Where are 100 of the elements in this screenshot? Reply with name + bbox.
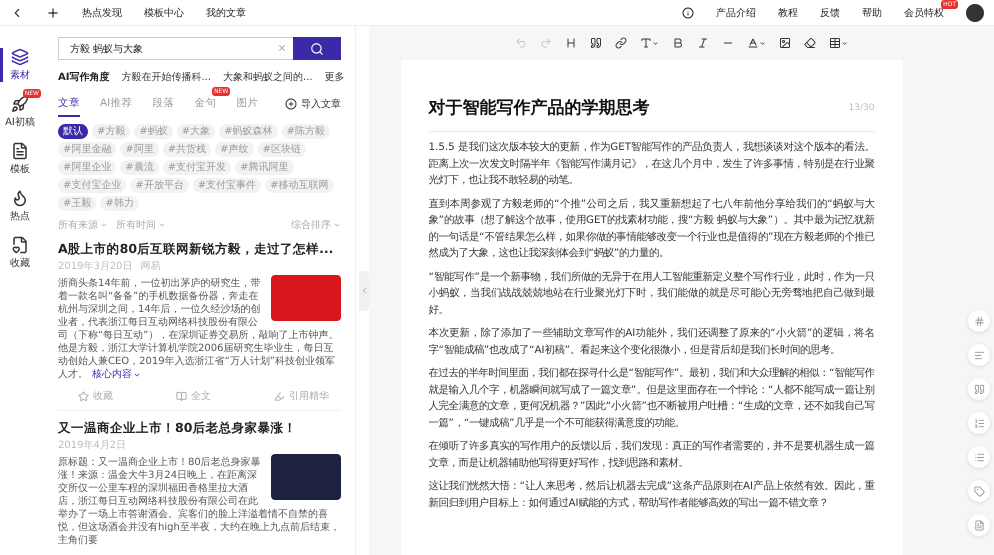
tag-chip[interactable]: #王毅	[58, 196, 96, 211]
paragraph: 在过去的半年时间里面，我们都在探寻什么是“智能写作”。最初，我们和大众理解的相似：“智能写作就是输入几个字，机器瞬间就写成了一篇文章”。但是这里面存在一个悖论：“人都不能写成一篇让别人完全满意的文章，更何况机器？”因此“小火箭”也不断被用户吐槽：“生成的文章，还不如我自己写一篇”，“一键成稿”几乎是一个不可能获得满意度的功能。	[428, 366, 874, 430]
paragraph: 本次更新，除了添加了一些辅助文章写作的AI功能外，我们还调整了原来的“小火箭”的逻辑，将名字“智能成稿”也改成了“AI初稿”。看起来这个变化很微小，但是背后却是我们长时间的思考。	[428, 326, 874, 358]
article-source: 网易	[140, 260, 161, 273]
numbered-list-icon[interactable]	[968, 412, 990, 434]
nav-link[interactable]: 模板中心	[144, 6, 184, 20]
sidebar-item[interactable]: 收藏	[0, 236, 40, 270]
star-icon	[78, 390, 89, 402]
tag-chip[interactable]: #支付宝企业	[58, 178, 126, 193]
info-icon[interactable]	[682, 6, 694, 18]
filter-dropdown[interactable]: 所有来源	[58, 218, 108, 232]
caret-icon	[333, 221, 341, 229]
tag-chip[interactable]: #方毅	[92, 124, 130, 139]
document-heart-icon	[11, 236, 29, 254]
ai-angle-link[interactable]: 大象和蚂蚁之间的...	[223, 70, 313, 84]
eraser-icon[interactable]	[804, 37, 816, 49]
layers-icon	[11, 48, 29, 66]
tag-chip[interactable]: #蚂蚁森林	[219, 124, 278, 139]
search-button[interactable]	[293, 37, 341, 60]
caret-icon	[100, 221, 108, 229]
font-color-icon[interactable]	[747, 37, 766, 49]
tag-chip[interactable]: #蚂蚁	[134, 124, 173, 139]
nav-link[interactable]: 我的文章	[206, 6, 246, 20]
caret-icon	[158, 221, 166, 229]
nav-link[interactable]: 教程	[778, 6, 798, 20]
more-link[interactable]: 更多	[324, 70, 345, 84]
tag-chip[interactable]: #大象	[176, 124, 216, 139]
tag-chip[interactable]: #声纹	[215, 142, 254, 157]
tag-chip[interactable]: #支付宝事件	[192, 178, 262, 193]
tag-chip[interactable]: #区块链	[258, 142, 306, 157]
paragraph: “智能写作”是一个新事物，我们所做的无异于在用人工智能重新定义整个写作行业，此时，作为一只小蚂蚁，当我们战战兢兢地站在行业聚光灯下时，我们能做的就是尽可能心无旁骛地把自己做到最好。	[428, 270, 874, 318]
rocket-icon	[11, 95, 29, 113]
nav-link[interactable]: 帮助	[862, 6, 882, 20]
image-icon[interactable]	[779, 37, 791, 49]
sort-dropdown[interactable]: 综合排序	[291, 218, 341, 232]
sidebar-item[interactable]: 热点	[0, 189, 40, 223]
tab[interactable]: AI推荐	[100, 96, 132, 117]
plus-circle-icon	[285, 98, 297, 110]
bold-icon[interactable]	[672, 37, 684, 49]
article-date: 2019年3月20日	[58, 260, 133, 273]
sidebar-item[interactable]: AI初稿	[0, 95, 40, 129]
document-icon[interactable]	[968, 514, 990, 536]
tag-chip[interactable]: #阿里金融	[58, 142, 116, 157]
tag-chip[interactable]: #支付宝开发	[162, 160, 232, 175]
tab[interactable]: 图片	[236, 96, 258, 117]
article-action[interactable]: 全文	[170, 388, 217, 404]
document-icon	[11, 142, 29, 160]
collapse-handle[interactable]	[359, 270, 369, 310]
article-title[interactable]: 又一温商企业上市！80后老总身家暴涨！	[58, 420, 341, 436]
tag-chip[interactable]: #阿里	[120, 142, 159, 157]
tag-chip[interactable]: 默认	[58, 124, 88, 139]
tag-chip[interactable]: #开放平台	[130, 178, 189, 193]
plus-icon[interactable]	[46, 6, 60, 20]
sidebar-item[interactable]: 素材	[0, 48, 40, 82]
paragraph-icon[interactable]	[968, 344, 990, 366]
article-excerpt: 浙商头条14年前，一位初出茅庐的研究生，带着一款名叫“备备”的手机数据备份器，奔走在杭州与深圳之间，14年后，一位久经沙场的创业者，代表浙江每日互动网络科技股份有限公司（下称“每日互动”），在深圳证券交易所，敲响了上市钟声。他是方毅，浙江大学计算机学院2006届研究生毕业生，每日互动创始人兼CEO，2019年入选浙江省“万人计划”科技创业领军人才。 核心内容	[58, 277, 340, 381]
filter-dropdown[interactable]: 所有时间	[116, 218, 166, 232]
tab[interactable]: 文章	[58, 96, 80, 117]
tag-icon[interactable]	[968, 480, 990, 502]
tab[interactable]: 金句	[194, 96, 216, 117]
sidebar-item[interactable]: 模板	[0, 142, 40, 176]
vip-link[interactable]: 会员特权	[904, 6, 944, 20]
quote-icon[interactable]	[590, 37, 602, 49]
nav-link[interactable]: 热点发现	[82, 6, 122, 20]
flame-icon	[11, 189, 29, 207]
article-title[interactable]: A股上市的80后互联网新锐方毅，走过了怎样...	[58, 241, 341, 257]
tag-chip[interactable]: #腾讯阿里	[235, 160, 294, 175]
search-field[interactable]: 方毅 蚂蚁与大象	[58, 37, 293, 60]
tag-chip[interactable]: #陈方毅	[282, 124, 330, 139]
link-icon[interactable]	[615, 37, 627, 49]
article-action[interactable]: 引用精华	[268, 388, 335, 404]
list-icon[interactable]	[968, 446, 990, 468]
table-icon[interactable]	[829, 37, 848, 49]
paragraph: 直到本周参观了方毅老师的“个推”公司之后，我又重新想起了七八年前他分享给我们的“蚂蚁与大象”的故事（想了解这个故事，使用GET的找素材功能，搜“方毅 蚂蚁与大象”）。其中最为记忆犹新的一句话是“不管结果怎么样，如果你做的事情能够改变一个行业也是值得的”现在方毅老师的个推已然成为了大象，这也让我深刻体会到“蚂蚁”的力量的。	[428, 196, 874, 261]
tag-chip[interactable]: #共货栈	[162, 142, 212, 157]
highlighter-icon	[274, 390, 285, 402]
search-icon	[310, 42, 324, 56]
article-action[interactable]: 收藏	[72, 388, 119, 404]
ai-angle-link[interactable]: 方毅在开始传播科...	[121, 70, 212, 84]
nav-link[interactable]: 产品介绍	[716, 6, 756, 20]
paragraph: 在倾听了许多真实的写作用户的反馈以后，我们发现：真正的写作者需要的，并不是要机器生成一篇文章，而是让机器辅助他写得更好写作，找到思路和素材。	[428, 439, 874, 470]
paragraph: 1.5.5 是我们这次版本较大的更新，作为GET智能写作的产品负责人，我想谈谈对这个版本的看法。距离上次一次发文时隔半年《智能写作满月记》，在这几个月中，发生了许多事情，特别是在行业聚光灯下，也让我不敢轻易的动笔。	[428, 140, 874, 188]
tag-chip[interactable]: #移动互联网	[265, 178, 334, 193]
italic-icon[interactable]	[697, 37, 709, 49]
article-excerpt: 原标题：又一温商企业上市！80后老总身家暴涨！来源：温金大牛3月24日晚上，在距离深交所仅一公里车程的深圳福田香格里拉大酒店，浙江每日互动网络科技股份有限公司在此举办了一场上市答谢酒会。宾客们的脸上洋溢着情不自禁的喜悦，但这场酒会并没有high至半夜，大约在晚上九点前后结束，主角们要	[58, 456, 341, 547]
title-counter: 13/30	[848, 102, 874, 112]
nav-link[interactable]: 反馈	[820, 6, 840, 20]
tag-chip[interactable]: #阿里企业	[58, 160, 116, 175]
avatar[interactable]	[966, 4, 984, 22]
document-title[interactable]: 对于智能写作产品的学期思考	[428, 96, 650, 119]
close-icon[interactable]	[277, 43, 287, 53]
import-button[interactable]: 导入文章	[285, 97, 341, 116]
heading-icon[interactable]	[565, 37, 577, 49]
hash-icon[interactable]	[968, 310, 990, 332]
ai-angle-label: AI写作角度	[58, 70, 110, 84]
tag-chip[interactable]: #韩力	[100, 196, 139, 211]
core-content-link[interactable]: 核心内容	[92, 368, 141, 381]
tab[interactable]: 段落	[152, 96, 174, 117]
tag-chip[interactable]: #囊流	[120, 160, 159, 175]
text-size-icon[interactable]	[640, 37, 659, 49]
